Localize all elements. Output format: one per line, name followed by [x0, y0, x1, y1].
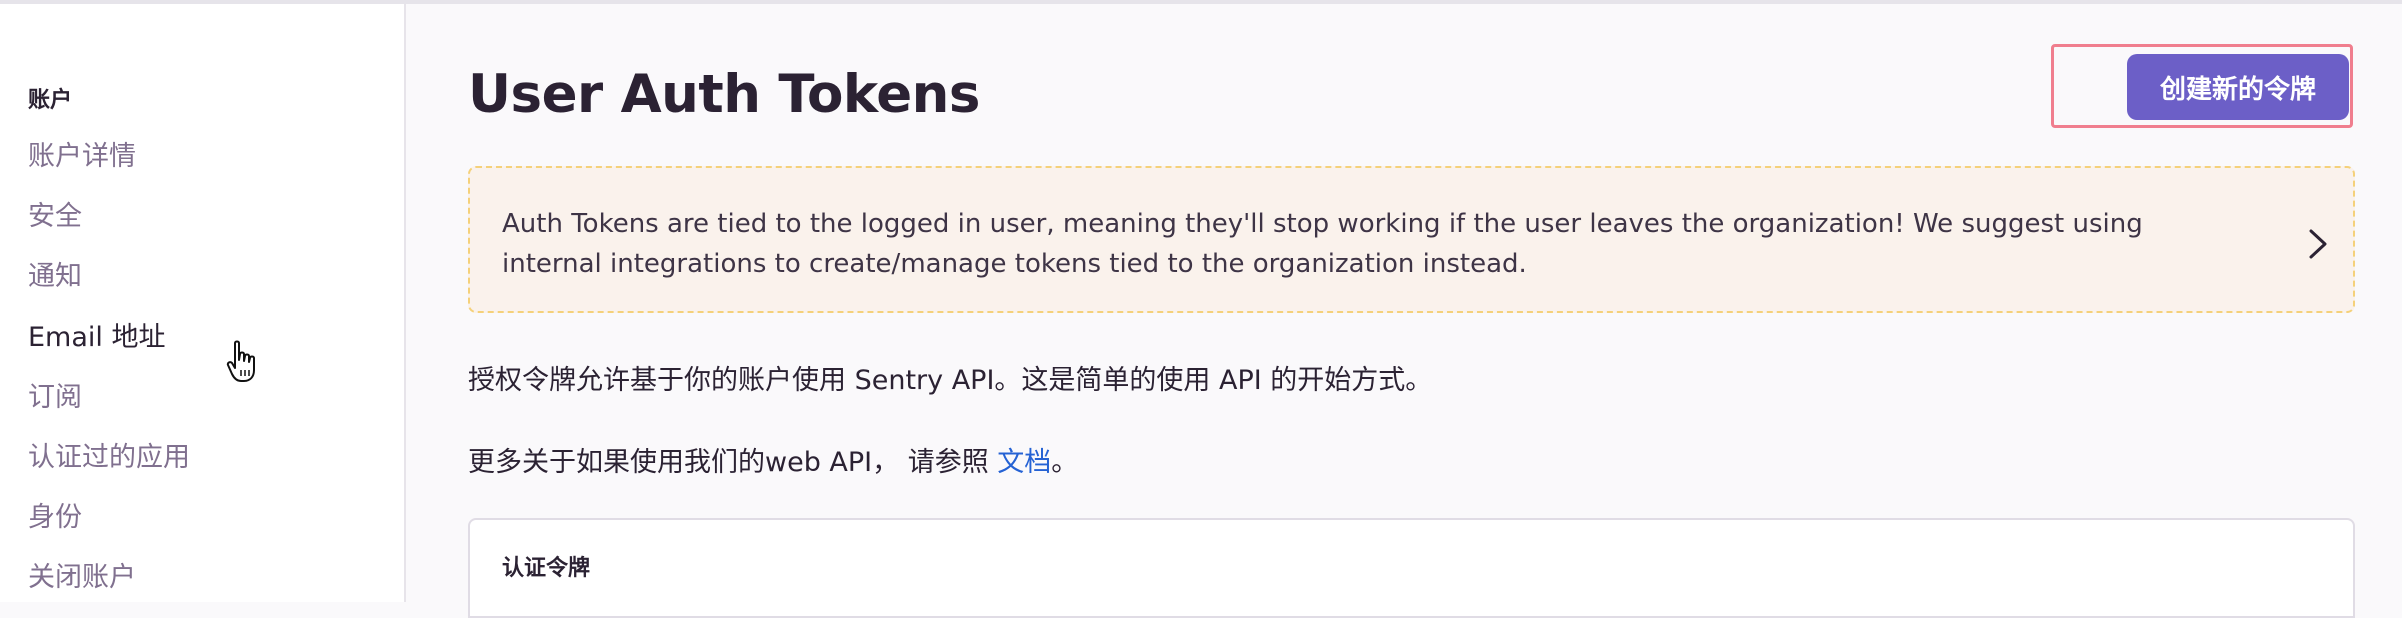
sidebar-item-identities[interactable]: 身份 — [28, 495, 82, 534]
docs-link[interactable]: 文档 — [997, 447, 1051, 478]
main-content: User Auth Tokens 创建新的令牌 Auth Tokens are … — [406, 4, 2402, 618]
auth-tokens-panel: 认证令牌 — [468, 518, 2355, 618]
sidebar-item-subscriptions[interactable]: 订阅 — [28, 375, 82, 414]
page-title: User Auth Tokens — [468, 64, 980, 125]
docs-prefix-text: 更多关于如果使用我们的web API， 请参照 — [468, 447, 998, 478]
sidebar-item-account-details[interactable]: 账户详情 — [28, 134, 136, 173]
alert-message: Auth Tokens are tied to the logged in us… — [502, 209, 2143, 279]
chevron-right-icon[interactable] — [2306, 226, 2330, 262]
hand-pointer-icon — [226, 340, 255, 382]
warning-alert: Auth Tokens are tied to the logged in us… — [468, 166, 2355, 313]
sidebar-item-security[interactable]: 安全 — [28, 194, 82, 233]
sidebar-item-authorized-apps[interactable]: 认证过的应用 — [28, 435, 190, 474]
sidebar-item-notifications[interactable]: 通知 — [28, 254, 82, 293]
panel-title: 认证令牌 — [502, 556, 591, 581]
settings-sidebar: 账户 账户详情 安全 通知 Email 地址 订阅 认证过的应用 身份 关闭账户 — [0, 4, 406, 602]
sidebar-item-email-addresses[interactable]: Email 地址 — [28, 315, 166, 354]
sidebar-item-close-account[interactable]: 关闭账户 — [28, 555, 136, 594]
docs-suffix-text: 。 — [1051, 447, 1079, 478]
docs-paragraph: 更多关于如果使用我们的web API， 请参照 文档。 — [468, 440, 1078, 479]
create-token-button[interactable]: 创建新的令牌 — [2127, 54, 2349, 120]
intro-text: 授权令牌允许基于你的账户使用 Sentry API。这是简单的使用 API 的开… — [468, 365, 1433, 396]
sidebar-heading: 账户 — [28, 88, 73, 113]
